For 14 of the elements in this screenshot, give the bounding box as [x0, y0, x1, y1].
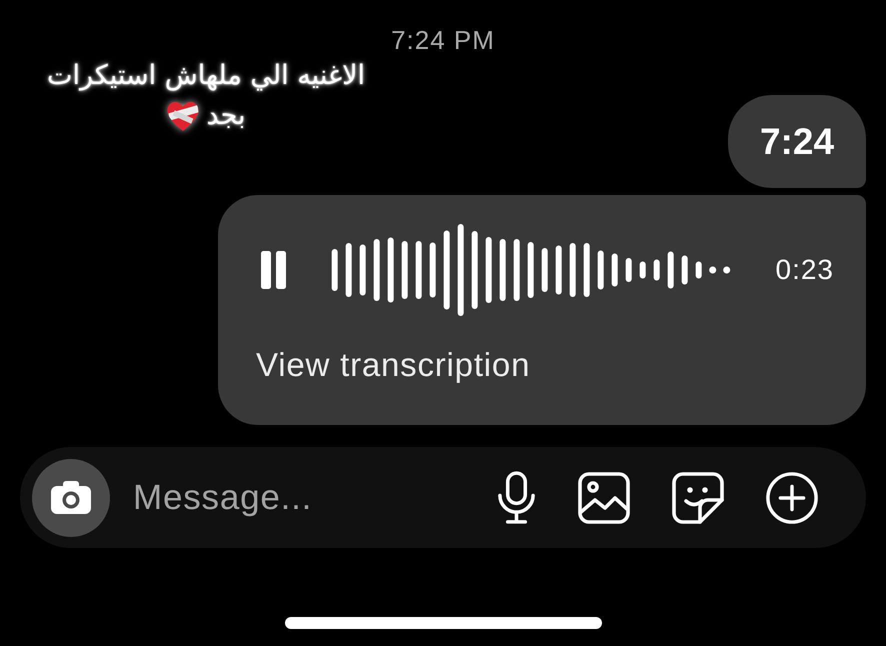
- caption-text: بجد: [206, 99, 246, 133]
- microphone-icon[interactable]: [497, 471, 536, 524]
- view-transcription-link[interactable]: View transcription: [256, 346, 530, 384]
- bandaged-heart-icon: [166, 100, 200, 132]
- voice-duration: 0:23: [776, 254, 834, 286]
- message-input[interactable]: Message...: [133, 476, 363, 518]
- sticker-icon[interactable]: [672, 472, 724, 524]
- pause-icon[interactable]: [261, 251, 287, 289]
- add-icon[interactable]: [766, 472, 818, 524]
- message-bubble: 7:24: [728, 95, 866, 188]
- image-icon[interactable]: [578, 472, 630, 524]
- camera-icon: [51, 481, 91, 514]
- message-timestamp: 7:24 PM: [390, 26, 496, 54]
- caption-text: الاغنيه الي ملهاش استيكرات: [47, 59, 365, 93]
